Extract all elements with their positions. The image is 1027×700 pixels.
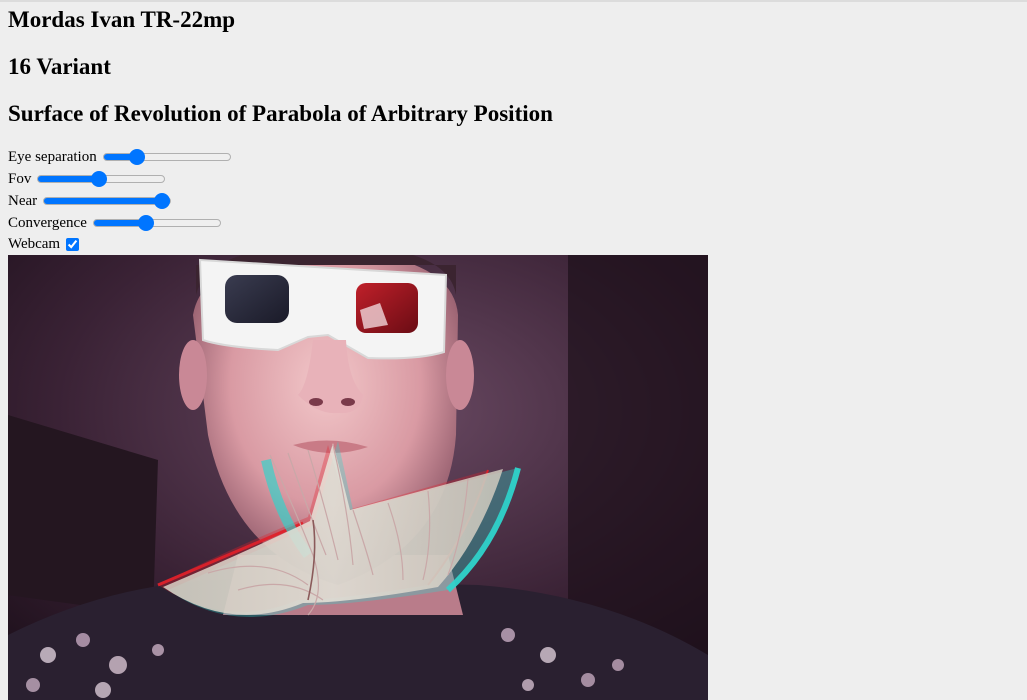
- webcam-scene: [8, 255, 708, 700]
- fov-slider[interactable]: [37, 171, 166, 187]
- eye-separation-label: Eye separation: [8, 149, 97, 165]
- eye-separation-slider[interactable]: [102, 149, 231, 165]
- fov-label: Fov: [8, 171, 32, 187]
- left-ear: [179, 340, 207, 410]
- webgl-canvas[interactable]: [8, 255, 708, 700]
- near-row: Near: [8, 190, 231, 212]
- page-title: Surface of Revolution of Parabola of Arb…: [8, 101, 553, 126]
- convergence-label: Convergence: [8, 215, 87, 231]
- author-heading: Mordas Ivan TR-22mp: [8, 7, 236, 32]
- webcam-label: Webcam: [8, 236, 61, 252]
- convergence-slider[interactable]: [92, 215, 221, 231]
- cyan-lens: [225, 275, 289, 323]
- fov-row: Fov: [8, 168, 231, 190]
- near-label: Near: [8, 193, 38, 209]
- eye-separation-row: Eye separation: [8, 146, 231, 168]
- right-nostril: [341, 398, 355, 406]
- right-ear: [446, 340, 474, 410]
- controls-panel: Eye separation Fov Near Convergence Webc…: [8, 146, 231, 254]
- near-slider[interactable]: [43, 193, 172, 209]
- convergence-row: Convergence: [8, 212, 231, 234]
- variant-heading: 16 Variant: [8, 54, 111, 79]
- webcam-checkbox[interactable]: [66, 237, 80, 251]
- webcam-row: Webcam: [8, 234, 231, 254]
- left-nostril: [309, 398, 323, 406]
- page-top-border: [0, 0, 1027, 2]
